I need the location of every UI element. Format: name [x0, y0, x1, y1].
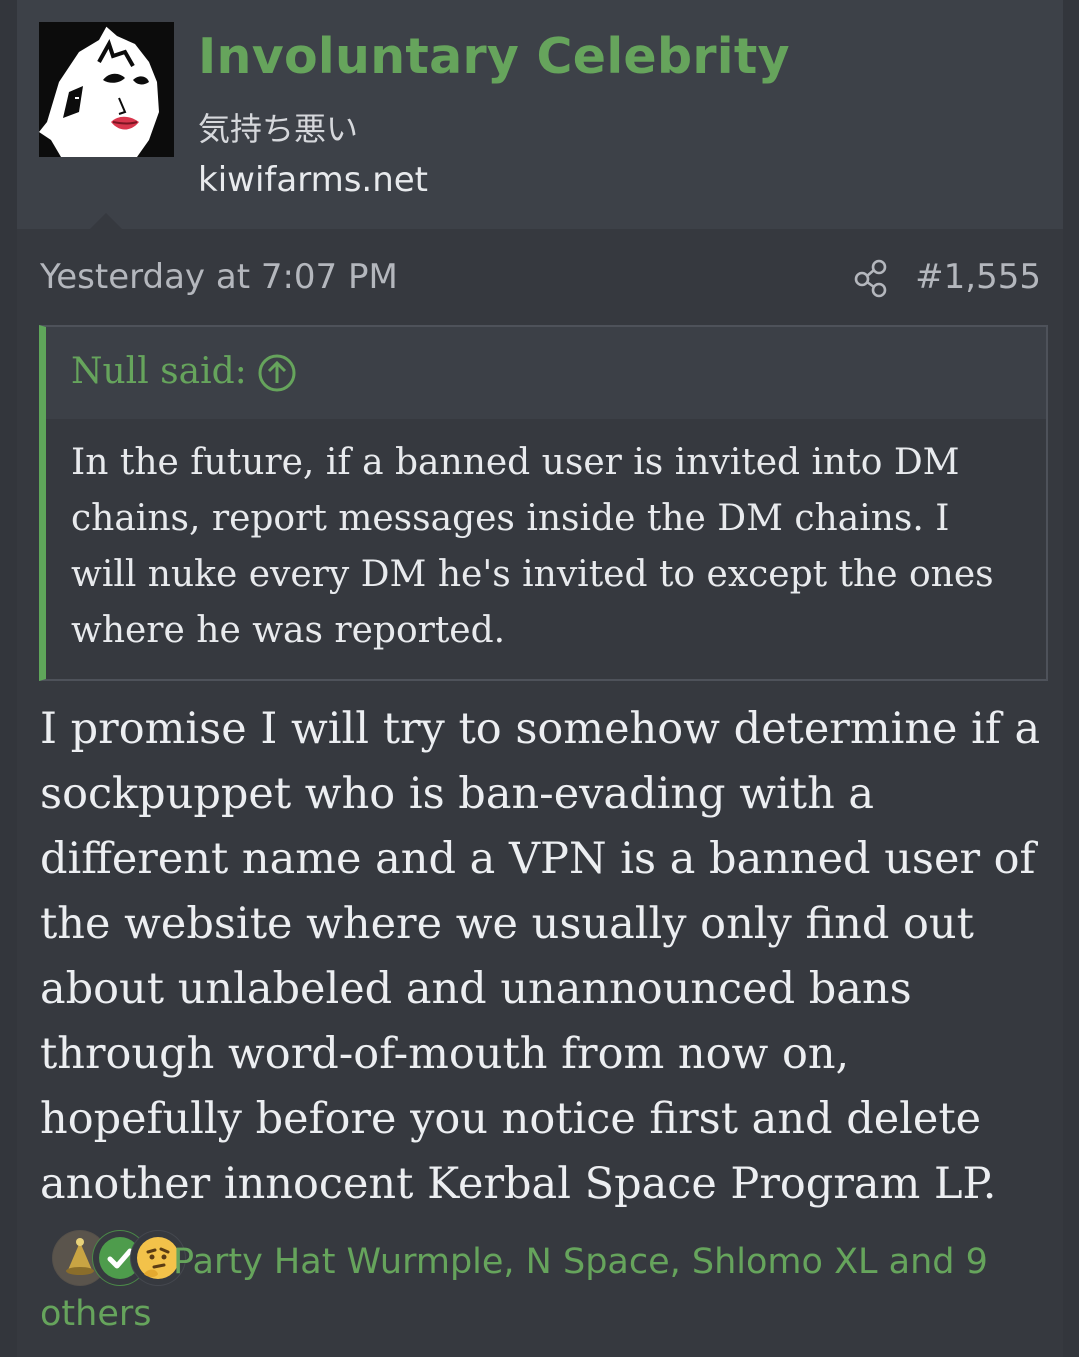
- post-author-header: Involuntary Celebrity 気持ち悪い kiwifarms.ne…: [17, 0, 1063, 230]
- avatar-image: [39, 22, 174, 157]
- header-pointer: [89, 213, 123, 230]
- avatar[interactable]: [39, 22, 174, 157]
- page-gutter-right: [1063, 0, 1079, 1357]
- reaction-summary[interactable]: Party Hat Wurmple, N Space, Shlomo XL an…: [40, 1236, 1040, 1340]
- author-title: 気持ち悪い: [198, 110, 359, 148]
- quote-header: Null said:: [46, 327, 1046, 419]
- quote-text: In the future, if a banned user is invit…: [71, 442, 994, 651]
- forum-post: Involuntary Celebrity 気持ち悪い kiwifarms.ne…: [17, 0, 1063, 1357]
- page-gutter-left: [0, 0, 17, 1357]
- quote-block: Null said: In the future, if a banned us…: [39, 325, 1048, 681]
- share-icon[interactable]: [853, 258, 889, 298]
- arrow-up-circle-icon[interactable]: [257, 353, 297, 393]
- author-site: kiwifarms.net: [198, 160, 429, 200]
- quote-author[interactable]: Null said:: [71, 351, 247, 392]
- post-number-link[interactable]: #1,555: [915, 257, 1041, 297]
- post-message: I promise I will try to somehow determin…: [40, 704, 1041, 1209]
- author-name[interactable]: Involuntary Celebrity: [198, 28, 790, 85]
- post-timestamp[interactable]: Yesterday at 7:07 PM: [40, 257, 398, 297]
